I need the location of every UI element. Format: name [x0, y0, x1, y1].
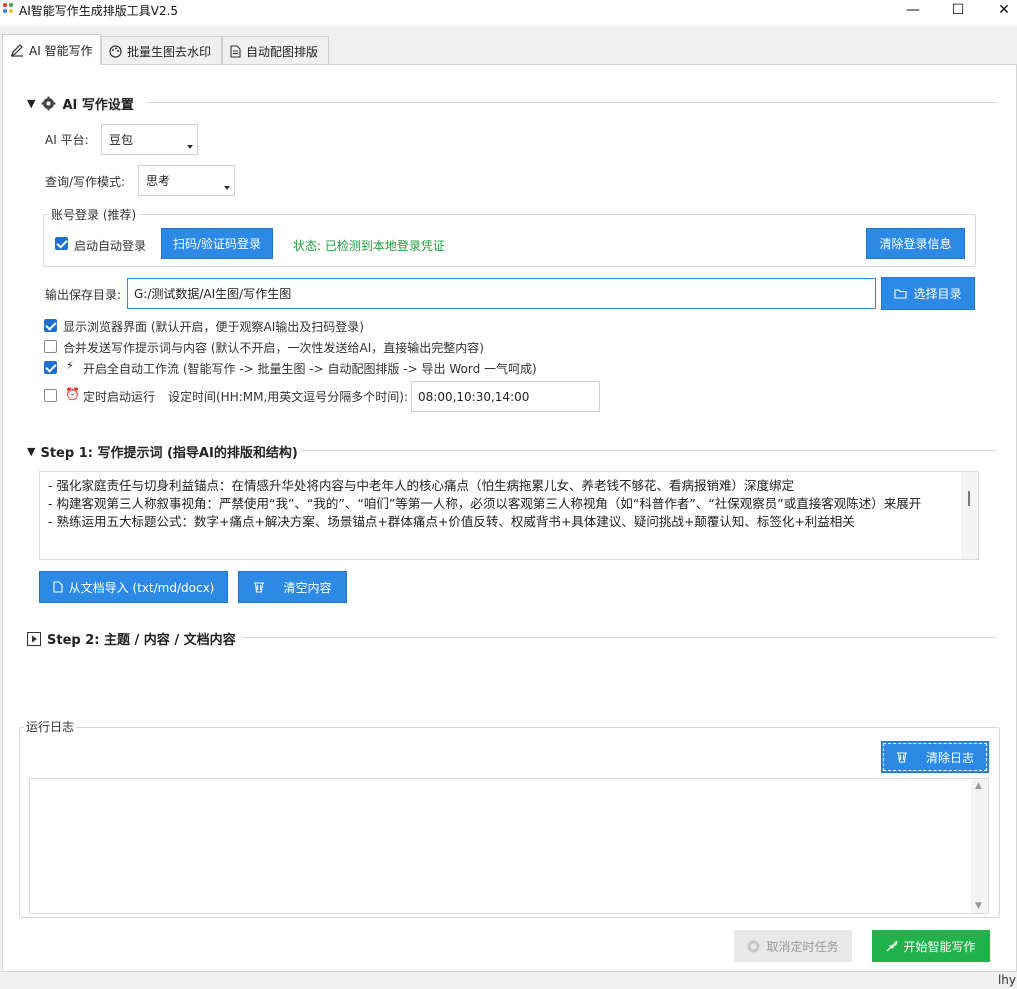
merge-send-checkbox[interactable] — [44, 340, 57, 353]
schedule-time-label: 设定时间(HH:MM,用英文逗号分隔多个时间): — [168, 390, 409, 404]
show-browser-label: 显示浏览器界面 (默认开启，便于观察AI输出及扫码登录) — [63, 320, 364, 334]
mode-select[interactable]: 思考 — [138, 165, 235, 196]
auto-login-checkbox[interactable] — [55, 237, 68, 250]
rocket-icon — [887, 940, 899, 952]
import-doc-label: 从文档导入 (txt/md/docx) — [68, 580, 215, 595]
section-divider — [148, 102, 996, 103]
corner-text: lhy — [997, 973, 1016, 987]
clear-log-button[interactable]: 清除日志 — [881, 741, 989, 773]
clear-log-label: 清除日志 — [925, 750, 974, 765]
log-group-title: 运行日志 — [24, 718, 77, 735]
platform-value: 豆包 — [109, 133, 134, 147]
trash-icon — [896, 752, 907, 763]
show-browser-checkbox[interactable] — [44, 319, 57, 332]
section-title: Step 1: 写作提示词 (指导AI的排版和结构) — [40, 446, 298, 461]
scan-login-button[interactable]: 扫码/验证码登录 — [161, 228, 273, 259]
tab-ai-writing[interactable]: AI 智能写作 — [2, 34, 101, 65]
maximize-button[interactable]: ☐ — [935, 0, 981, 20]
tab-batch-image[interactable]: 批量生图去水印 — [101, 36, 222, 65]
app-logo-icon — [3, 3, 14, 16]
output-dir-input[interactable]: G:/测试数据/AI生图/写作生图 — [127, 278, 876, 309]
tab-label: 批量生图去水印 — [127, 44, 212, 59]
platform-label: AI 平台: — [45, 133, 89, 147]
close-button[interactable]: ✕ — [981, 0, 1017, 20]
ai-settings-header[interactable]: ▼ AI 写作设置 — [27, 94, 134, 113]
scroll-down-arrow-icon[interactable]: ▼ — [975, 901, 982, 911]
gear-icon — [41, 96, 56, 111]
lightning-icon: ⚡ — [66, 359, 74, 372]
prompt-line: - 强化家庭责任与切身利益锚点：在情感升华处将内容与中老年人的核心痛点（怕生病拖… — [48, 478, 794, 493]
start-writing-button[interactable]: 开始智能写作 — [872, 930, 990, 962]
scroll-up-arrow-icon[interactable]: ▲ — [975, 781, 982, 791]
account-group-title: 账号登录 (推荐) — [49, 206, 139, 223]
dropdown-arrow-icon — [187, 145, 193, 149]
tab-label: 自动配图排版 — [246, 44, 319, 59]
dropdown-arrow-icon — [224, 186, 230, 190]
auto-workflow-label: 开启全自动工作流 (智能写作 -> 批量生图 -> 自动配图排版 -> 导出 W… — [83, 362, 537, 376]
palette-icon — [109, 44, 122, 58]
window-title: AI智能写作生成排版工具V2.5 — [19, 4, 179, 18]
trash-icon — [254, 582, 265, 593]
merge-send-label: 合并发送写作提示词与内容 (默认不开启，一次性发送给AI，直接输出完整内容) — [63, 341, 484, 355]
cancel-schedule-label: 取消定时任务 — [766, 939, 839, 954]
scheduled-run-checkbox[interactable] — [44, 389, 57, 402]
collapse-arrow-icon: ▼ — [27, 97, 36, 110]
tab-bar: AI 智能写作 批量生图去水印 自动配图排版 — [0, 34, 1017, 65]
alarm-clock-icon: ⏰ — [65, 387, 80, 401]
minimize-button[interactable]: — — [890, 0, 936, 20]
expand-arrow-icon — [27, 631, 41, 646]
choose-dir-button[interactable]: 选择目录 — [881, 277, 975, 310]
scrollbar-thumb[interactable] — [968, 491, 970, 506]
auto-workflow-checkbox[interactable] — [44, 361, 57, 374]
log-scrollbar[interactable]: ▲ ▼ — [971, 779, 988, 913]
tab-label: AI 智能写作 — [29, 43, 93, 58]
section-divider — [243, 637, 996, 638]
log-textarea[interactable]: ▲ ▼ — [29, 778, 989, 914]
login-status-text: 状态: 已检测到本地登录凭证 — [293, 239, 445, 253]
cancel-schedule-button[interactable]: 取消定时任务 — [734, 930, 852, 962]
document-icon — [230, 44, 241, 58]
stop-circle-icon — [747, 940, 760, 952]
prompt-textarea[interactable]: - 强化家庭责任与切身利益锚点：在情感升华处将内容与中老年人的核心痛点（怕生病拖… — [39, 471, 979, 560]
import-doc-button[interactable]: 从文档导入 (txt/md/docx) — [39, 571, 228, 603]
title-bar: AI智能写作生成排版工具V2.5 — ☐ ✕ — [0, 0, 1017, 26]
step1-header[interactable]: ▼ Step 1: 写作提示词 (指导AI的排版和结构) — [27, 442, 298, 461]
schedule-time-input[interactable]: 08:00,10:30,14:00 — [411, 381, 600, 412]
clear-prompt-button[interactable]: 清空内容 — [238, 571, 347, 603]
pen-icon — [11, 43, 23, 57]
clear-prompt-label: 清空内容 — [283, 580, 332, 595]
prompt-scrollbar[interactable] — [961, 472, 978, 559]
section-divider — [301, 450, 996, 451]
output-dir-label: 输出保存目录: — [45, 288, 122, 302]
section-title: AI 写作设置 — [62, 98, 134, 113]
prompt-line: - 构建客观第三人称叙事视角：严禁使用“我”、“我的”、“咱们”等第一人称，必须… — [48, 496, 922, 511]
scheduled-run-label: 定时启动运行 — [83, 390, 156, 404]
prompt-line: - 熟练运用五大标题公式：数字+痛点+解决方案、场景锚点+群体痛点+价值反转、权… — [48, 514, 855, 529]
folder-icon — [894, 289, 908, 299]
step2-header[interactable]: Step 2: 主题 / 内容 / 文档内容 — [27, 629, 236, 648]
platform-select[interactable]: 豆包 — [101, 124, 198, 155]
mode-value: 思考 — [146, 174, 171, 188]
tab-auto-layout[interactable]: 自动配图排版 — [222, 36, 329, 65]
start-writing-label: 开始智能写作 — [903, 939, 976, 954]
mode-label: 查询/写作模式: — [45, 175, 126, 189]
collapse-arrow-icon: ▼ — [27, 445, 36, 458]
section-title: Step 2: 主题 / 内容 / 文档内容 — [47, 633, 236, 648]
clear-login-button[interactable]: 清除登录信息 — [866, 228, 965, 259]
document-icon — [53, 581, 63, 593]
choose-dir-label: 选择目录 — [913, 287, 962, 301]
main-panel: ▼ AI 写作设置 AI 平台: 豆包 查询/写作模式: 思考 账号登录 (推荐… — [2, 64, 1017, 972]
auto-login-label: 启动自动登录 — [74, 239, 147, 253]
